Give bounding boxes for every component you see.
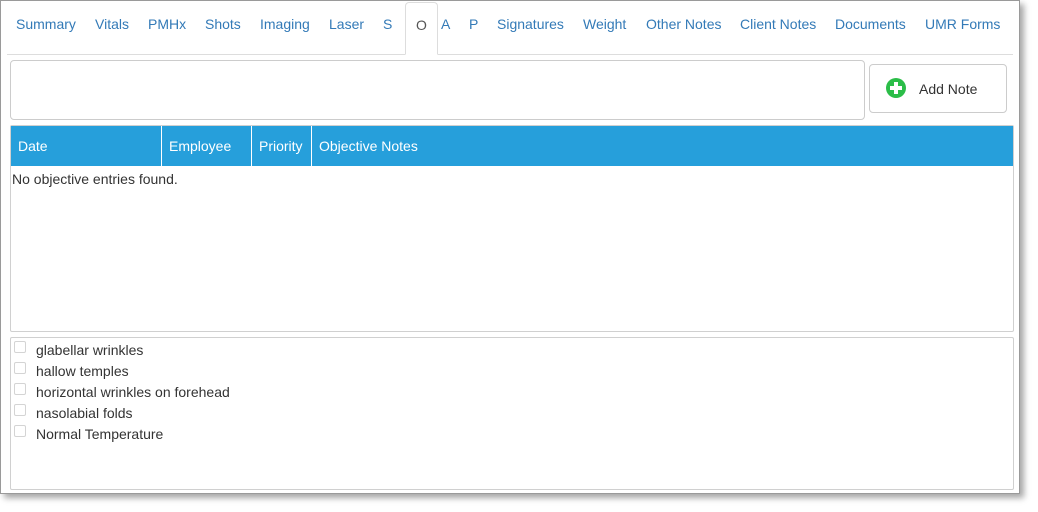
tab-summary[interactable]: Summary bbox=[16, 15, 76, 33]
objective-notes-table: Date Employee Priority Objective Notes N… bbox=[10, 125, 1014, 332]
tab-shots[interactable]: Shots bbox=[205, 15, 241, 33]
checklist-item-label: Normal Temperature bbox=[36, 426, 164, 442]
tab-documents[interactable]: Documents bbox=[835, 15, 906, 33]
tab-imaging[interactable]: Imaging bbox=[260, 15, 310, 33]
tab-o[interactable]: O bbox=[405, 2, 438, 55]
tab-weight[interactable]: Weight bbox=[583, 15, 626, 33]
notes-window: Summary Vitals PMHx Shots Imaging Laser … bbox=[0, 0, 1020, 494]
checklist-item-label: horizontal wrinkles on forehead bbox=[36, 384, 230, 400]
checkbox[interactable] bbox=[14, 383, 26, 395]
tab-laser[interactable]: Laser bbox=[329, 15, 364, 33]
tab-p[interactable]: P bbox=[469, 15, 478, 33]
tab-client-notes[interactable]: Client Notes bbox=[740, 15, 816, 33]
column-header-date[interactable]: Date bbox=[11, 126, 162, 166]
add-note-button[interactable]: Add Note bbox=[869, 64, 1007, 113]
column-header-objective-notes[interactable]: Objective Notes bbox=[312, 126, 1012, 166]
column-header-priority[interactable]: Priority bbox=[252, 126, 312, 166]
tab-umr-forms[interactable]: UMR Forms bbox=[925, 15, 1000, 33]
column-header-employee[interactable]: Employee bbox=[162, 126, 252, 166]
tab-other-notes[interactable]: Other Notes bbox=[646, 15, 721, 33]
table-header: Date Employee Priority Objective Notes bbox=[11, 126, 1013, 166]
checklist-item-label: hallow temples bbox=[36, 363, 129, 379]
tab-vitals[interactable]: Vitals bbox=[95, 15, 129, 33]
tab-signatures[interactable]: Signatures bbox=[497, 15, 564, 33]
checkbox[interactable] bbox=[14, 341, 26, 353]
checkbox[interactable] bbox=[14, 425, 26, 437]
plus-circle-icon bbox=[886, 78, 906, 98]
add-note-label: Add Note bbox=[919, 81, 978, 97]
checklist-item-label: glabellar wrinkles bbox=[36, 342, 144, 358]
checkbox[interactable] bbox=[14, 362, 26, 374]
tab-pmhx[interactable]: PMHx bbox=[148, 15, 186, 33]
empty-table-message: No objective entries found. bbox=[12, 171, 178, 187]
tab-s[interactable]: S bbox=[383, 15, 392, 33]
tab-bar: Summary Vitals PMHx Shots Imaging Laser … bbox=[7, 1, 1013, 55]
tab-a[interactable]: A bbox=[441, 15, 450, 33]
objective-note-input[interactable] bbox=[10, 60, 865, 120]
checklist-item-label: nasolabial folds bbox=[36, 405, 133, 421]
checkbox[interactable] bbox=[14, 404, 26, 416]
objective-checklist: glabellar wrinkles hallow temples horizo… bbox=[10, 337, 1014, 490]
